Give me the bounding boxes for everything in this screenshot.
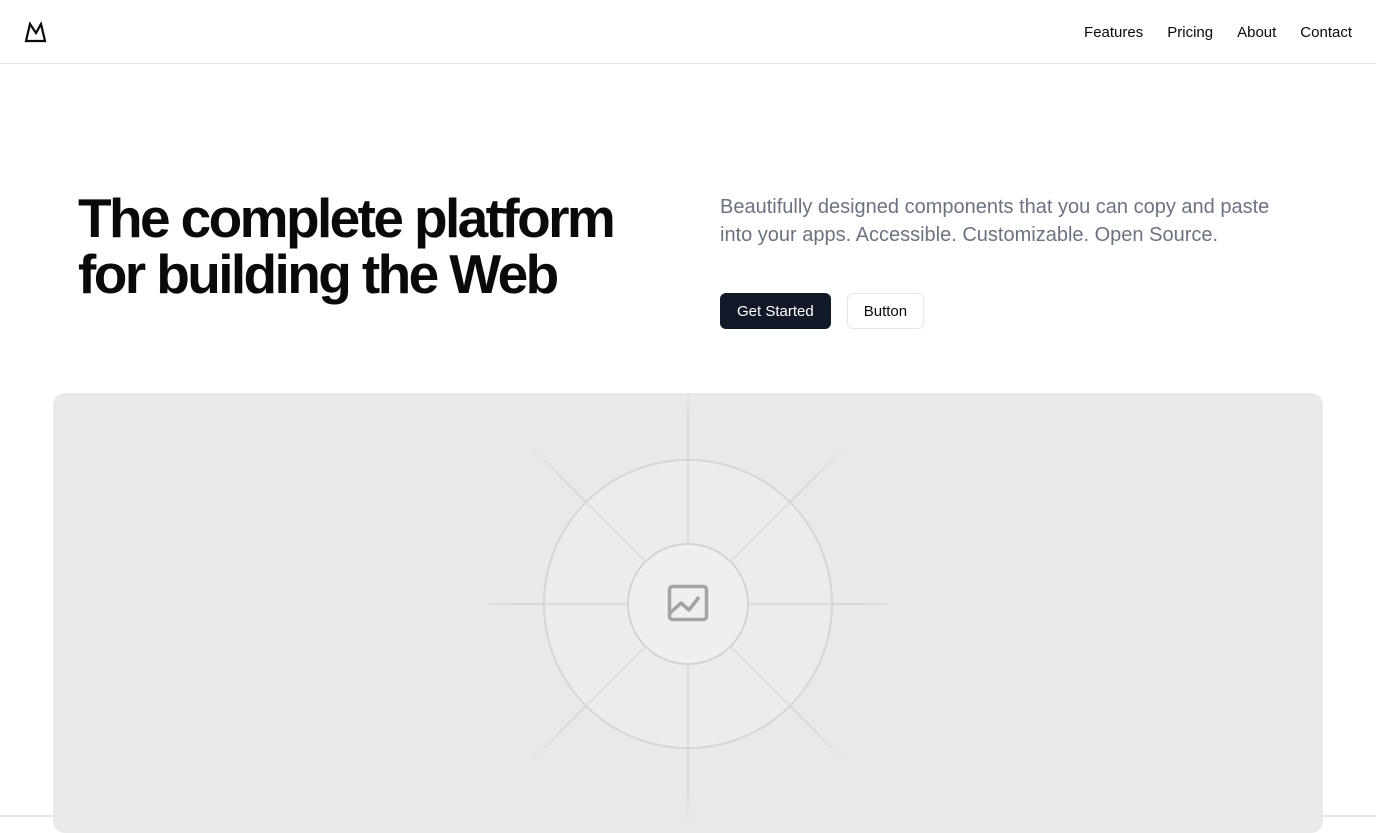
nav-link-features[interactable]: Features [1084, 24, 1143, 41]
site-header: Features Pricing About Contact [0, 0, 1376, 64]
secondary-button[interactable]: Button [846, 293, 925, 329]
hero-title: The complete platform for building the W… [78, 190, 678, 302]
image-placeholder [53, 393, 1323, 833]
hero-title-line-1: The complete platform [78, 187, 616, 249]
get-started-button[interactable]: Get Started [720, 293, 831, 329]
hero-title-line-2: for building the Web [78, 243, 559, 305]
image-placeholder-icon [667, 584, 709, 624]
mountain-logo-icon[interactable] [24, 20, 48, 44]
hero-actions: Get Started Button [720, 293, 925, 329]
nav-link-contact[interactable]: Contact [1300, 24, 1352, 41]
nav-link-about[interactable]: About [1237, 24, 1276, 41]
hero-description: Beautifully designed components that you… [720, 196, 1270, 246]
main-nav: Features Pricing About Contact [1084, 0, 1352, 64]
nav-link-pricing[interactable]: Pricing [1167, 24, 1213, 41]
